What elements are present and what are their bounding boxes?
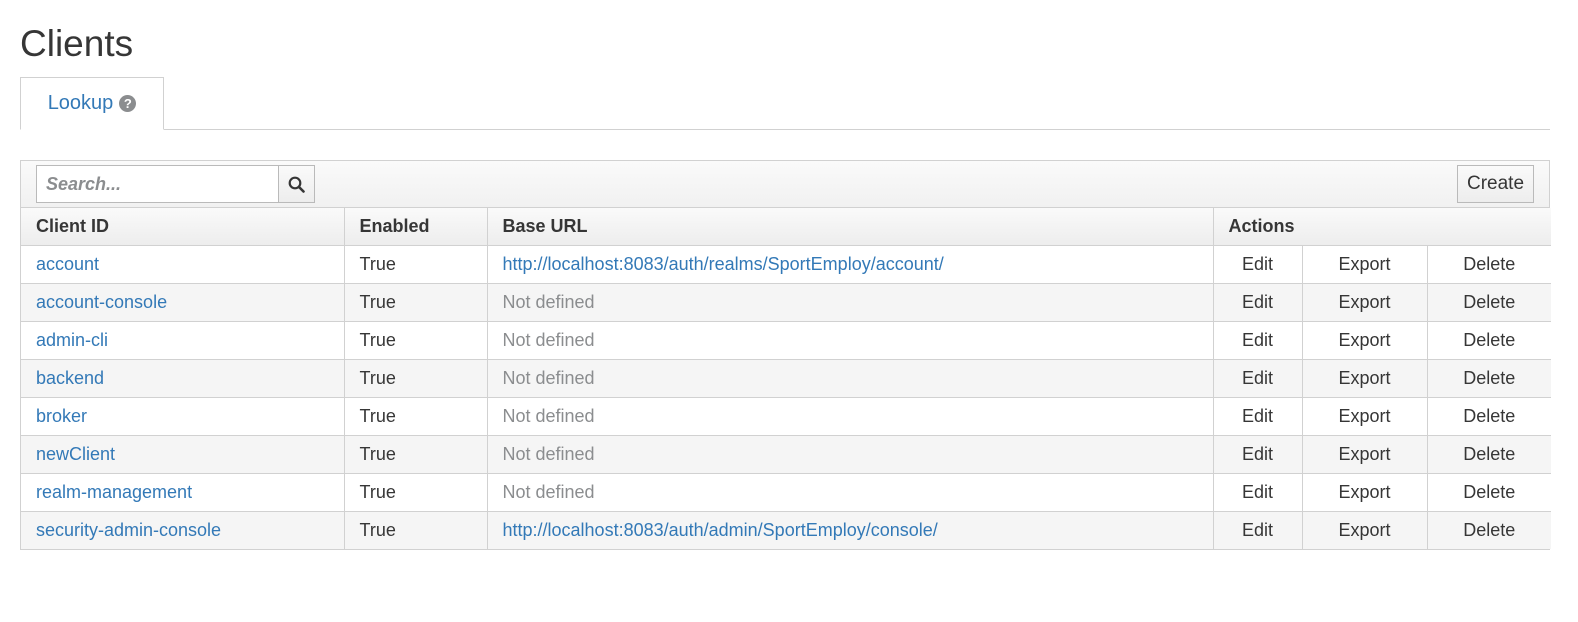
delete-button[interactable]: Delete — [1427, 473, 1551, 511]
tab-lookup[interactable]: Lookup ? — [20, 77, 164, 130]
enabled-value: True — [344, 397, 488, 435]
base-url-value: Not defined — [487, 435, 1214, 473]
table-row: backend True Not defined Edit Export Delete — [21, 359, 1551, 397]
create-button[interactable]: Create — [1457, 165, 1534, 203]
column-header-actions: Actions — [1213, 208, 1551, 246]
enabled-value: True — [344, 435, 488, 473]
base-url-link[interactable]: http://localhost:8083/auth/realms/SportE… — [487, 245, 1214, 283]
search-group — [36, 165, 315, 203]
client-id-link[interactable]: newClient — [21, 435, 345, 473]
tab-bar: Lookup ? — [20, 77, 1550, 130]
edit-button[interactable]: Edit — [1213, 397, 1303, 435]
edit-button[interactable]: Edit — [1213, 245, 1303, 283]
enabled-value: True — [344, 283, 488, 321]
base-url-value: Not defined — [487, 473, 1214, 511]
delete-button[interactable]: Delete — [1427, 245, 1551, 283]
enabled-value: True — [344, 321, 488, 359]
table-body: account True http://localhost:8083/auth/re… — [21, 245, 1551, 549]
delete-button[interactable]: Delete — [1427, 283, 1551, 321]
enabled-value: True — [344, 473, 488, 511]
table-row: realm-management True Not defined Edit Expor… — [21, 473, 1551, 511]
export-button[interactable]: Export — [1302, 473, 1428, 511]
delete-button[interactable]: Delete — [1427, 321, 1551, 359]
table-toolbar: Create — [21, 161, 1549, 208]
client-id-link[interactable]: broker — [21, 397, 345, 435]
search-icon — [288, 176, 305, 193]
export-button[interactable]: Export — [1302, 435, 1428, 473]
edit-button[interactable]: Edit — [1213, 359, 1303, 397]
export-button[interactable]: Export — [1302, 359, 1428, 397]
search-input[interactable] — [36, 165, 278, 203]
delete-button[interactable]: Delete — [1427, 435, 1551, 473]
edit-button[interactable]: Edit — [1213, 435, 1303, 473]
client-id-link[interactable]: realm-management — [21, 473, 345, 511]
table-row: broker True Not defined Edit Export Delete — [21, 397, 1551, 435]
enabled-value: True — [344, 511, 488, 549]
search-button[interactable] — [278, 165, 315, 203]
client-id-link[interactable]: account-console — [21, 283, 345, 321]
table-row: security-admin-console True http://localho… — [21, 511, 1551, 549]
clients-table: Client ID Enabled Base URL Actions accou… — [21, 208, 1551, 549]
table-header-row: Client ID Enabled Base URL Actions — [21, 208, 1551, 246]
delete-button[interactable]: Delete — [1427, 511, 1551, 549]
column-header-base-url[interactable]: Base URL — [487, 208, 1214, 246]
base-url-value: Not defined — [487, 283, 1214, 321]
table-row: admin-cli True Not defined Edit Export Delete — [21, 321, 1551, 359]
page-title: Clients — [20, 23, 134, 64]
clients-table-container: Create Client ID Enabled Base URL Action… — [20, 160, 1551, 550]
base-url-link[interactable]: http://localhost:8083/auth/admin/SportEm… — [487, 511, 1214, 549]
tab-lookup-label: Lookup — [47, 92, 114, 114]
export-button[interactable]: Export — [1302, 283, 1428, 321]
client-id-link[interactable]: security-admin-console — [21, 511, 345, 549]
export-button[interactable]: Export — [1302, 397, 1428, 435]
base-url-value: Not defined — [487, 359, 1214, 397]
table-row: account-console True Not defined Edit Export… — [21, 283, 1551, 321]
delete-button[interactable]: Delete — [1427, 359, 1551, 397]
edit-button[interactable]: Edit — [1213, 511, 1303, 549]
table-row: newClient True Not defined Edit Export Delete — [21, 435, 1551, 473]
base-url-value: Not defined — [487, 321, 1214, 359]
table-row: account True http://localhost:8083/auth/re… — [21, 245, 1551, 283]
edit-button[interactable]: Edit — [1213, 321, 1303, 359]
column-header-client-id[interactable]: Client ID — [21, 208, 345, 246]
client-id-link[interactable]: backend — [21, 359, 345, 397]
delete-button[interactable]: Delete — [1427, 397, 1551, 435]
export-button[interactable]: Export — [1302, 245, 1428, 283]
export-button[interactable]: Export — [1302, 511, 1428, 549]
enabled-value: True — [344, 245, 488, 283]
edit-button[interactable]: Edit — [1213, 473, 1303, 511]
edit-button[interactable]: Edit — [1213, 283, 1303, 321]
enabled-value: True — [344, 359, 488, 397]
question-circle-icon[interactable]: ? — [119, 95, 137, 112]
column-header-enabled[interactable]: Enabled — [344, 208, 488, 246]
client-id-link[interactable]: admin-cli — [21, 321, 345, 359]
base-url-value: Not defined — [487, 397, 1214, 435]
clients-page: Clients Lookup ? Create — [0, 0, 1578, 622]
export-button[interactable]: Export — [1302, 321, 1428, 359]
client-id-link[interactable]: account — [21, 245, 345, 283]
